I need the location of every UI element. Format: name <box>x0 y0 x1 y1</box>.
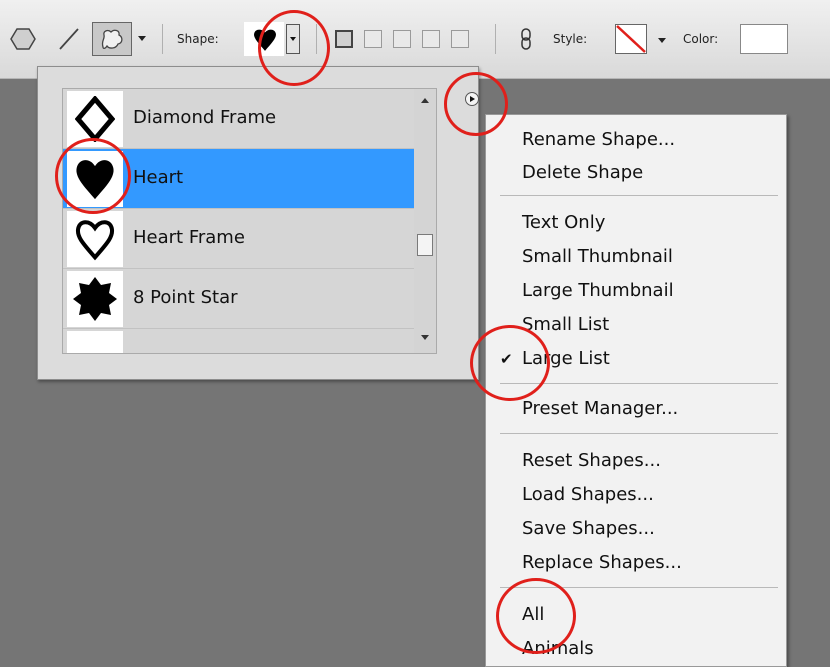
exclude-overlap-button[interactable] <box>451 30 469 48</box>
play-arrow-icon <box>470 96 475 102</box>
line-icon[interactable] <box>58 27 80 55</box>
color-label: Color: <box>683 32 719 46</box>
star-8-icon <box>73 277 117 321</box>
thumbnail <box>67 271 123 327</box>
scroll-thumb[interactable] <box>417 234 433 256</box>
menu-separator <box>500 587 778 588</box>
subtract-area-button[interactable] <box>393 30 411 48</box>
color-swatch[interactable] <box>740 24 788 54</box>
menu-item-large-list[interactable]: Large List <box>522 348 610 369</box>
menu-item-large-thumbnail[interactable]: Large Thumbnail <box>522 280 674 301</box>
new-shape-layer-button[interactable] <box>335 30 353 48</box>
list-item[interactable] <box>63 329 415 353</box>
list-item-label: Heart Frame <box>133 227 245 248</box>
flyout-menu: Rename Shape... Delete Shape Text Only S… <box>485 114 787 667</box>
custom-shape-tool-button[interactable] <box>92 22 132 56</box>
thumbnail <box>67 91 123 147</box>
list-item[interactable]: Diamond Frame <box>63 89 415 149</box>
scroll-down-icon[interactable] <box>421 335 429 340</box>
shape-list[interactable]: Diamond Frame Heart Heart Frame 8 Point … <box>62 88 416 354</box>
menu-item-small-list[interactable]: Small List <box>522 314 609 335</box>
divider <box>495 24 496 54</box>
style-label: Style: <box>553 32 588 46</box>
list-scrollbar[interactable] <box>414 88 437 354</box>
diamond-frame-icon <box>75 96 115 142</box>
list-item[interactable]: Heart Frame <box>63 209 415 269</box>
divider <box>162 24 163 54</box>
style-swatch[interactable] <box>615 24 647 54</box>
menu-item-delete-shape[interactable]: Delete Shape <box>522 162 643 183</box>
menu-item-reset-shapes[interactable]: Reset Shapes... <box>522 450 661 471</box>
list-item[interactable]: Heart <box>63 149 415 209</box>
custom-shape-icon <box>101 29 123 50</box>
add-to-area-button[interactable] <box>364 30 382 48</box>
shape-dropdown-button[interactable] <box>286 24 300 54</box>
list-item-label: Diamond Frame <box>133 107 277 128</box>
link-icon[interactable] <box>520 28 532 54</box>
menu-separator <box>500 433 778 434</box>
polygon-icon[interactable] <box>10 28 36 54</box>
list-item-label: Heart <box>133 167 184 188</box>
heart-icon <box>254 29 276 51</box>
thumbnail <box>67 331 123 353</box>
menu-item-replace-shapes[interactable]: Replace Shapes... <box>522 552 682 573</box>
menu-item-text-only[interactable]: Text Only <box>522 212 605 233</box>
panel-menu-button[interactable] <box>465 92 479 106</box>
menu-item-load-shapes[interactable]: Load Shapes... <box>522 484 654 505</box>
chevron-down-icon <box>290 37 296 41</box>
scroll-up-icon[interactable] <box>421 98 429 103</box>
shape-label: Shape: <box>177 32 219 46</box>
thumbnail <box>67 211 123 267</box>
tool-dropdown-arrow-icon[interactable] <box>138 36 146 41</box>
style-dropdown-arrow-icon[interactable] <box>658 38 666 43</box>
heart-frame-icon <box>75 220 115 261</box>
intersect-area-button[interactable] <box>422 30 440 48</box>
divider <box>316 24 317 54</box>
heart-icon <box>76 160 114 200</box>
menu-item-rename-shape[interactable]: Rename Shape... <box>522 129 675 150</box>
menu-item-all[interactable]: All <box>522 604 544 625</box>
menu-item-animals[interactable]: Animals <box>522 638 594 659</box>
thumbnail <box>67 151 123 207</box>
checkmark-icon: ✔ <box>500 350 513 368</box>
list-item[interactable]: 8 Point Star <box>63 269 415 329</box>
no-style-icon <box>616 25 646 53</box>
menu-separator <box>500 383 778 384</box>
menu-item-small-thumbnail[interactable]: Small Thumbnail <box>522 246 673 267</box>
menu-separator <box>500 195 778 196</box>
menu-item-preset-manager[interactable]: Preset Manager... <box>522 398 678 419</box>
list-item-label: 8 Point Star <box>133 287 238 308</box>
menu-item-save-shapes[interactable]: Save Shapes... <box>522 518 655 539</box>
shape-swatch[interactable] <box>244 22 284 56</box>
